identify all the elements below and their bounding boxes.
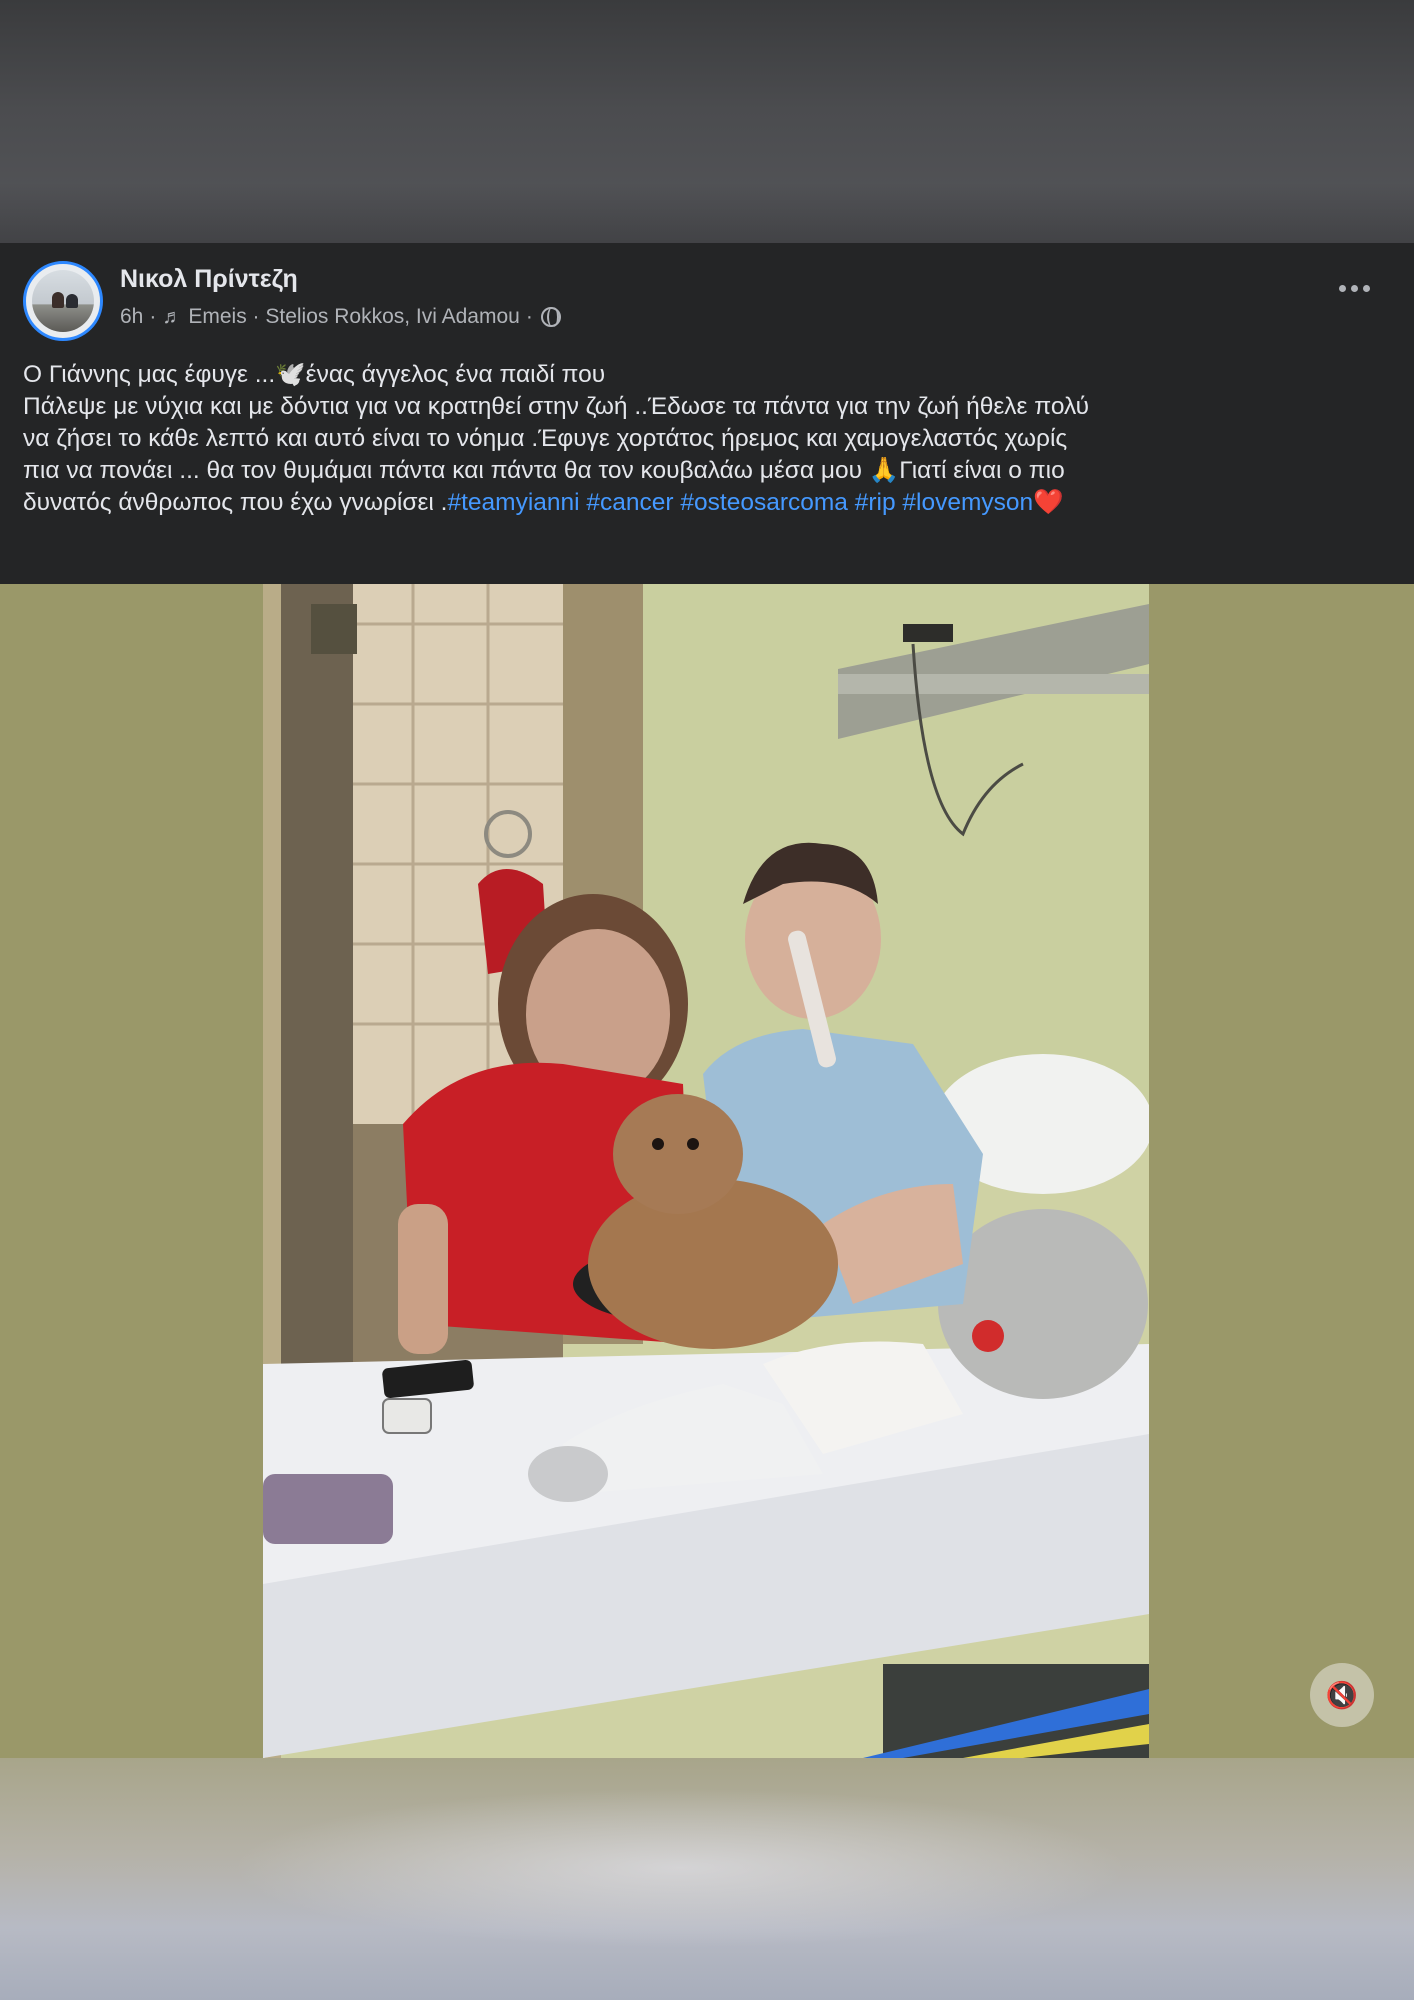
heart-emoji: ❤️	[1033, 489, 1064, 516]
post-time[interactable]: 6h	[120, 305, 143, 329]
post-text-line: να ζήσει το κάθε λεπτό και αυτό είναι το…	[23, 425, 1068, 452]
more-options-icon	[1338, 284, 1346, 292]
avatar-image	[32, 270, 94, 332]
blurred-background-bottom	[0, 1758, 1414, 2000]
more-options-icon	[1350, 284, 1358, 292]
music-note-icon: ♬	[162, 305, 183, 328]
blurred-background-top	[0, 0, 1414, 243]
globe-icon	[540, 307, 561, 327]
author-name[interactable]: Νικολ Πρίντεζη	[120, 265, 298, 294]
music-track[interactable]: Emeis · Stelios Rokkos, Ivi Adamou	[188, 305, 519, 329]
speaker-muted-icon: 🔇	[1325, 1679, 1359, 1710]
post-text-line: Ο Γιάννης μας έφυγε ...🕊️ένας άγγελος έν…	[23, 361, 606, 388]
more-options-icon	[1362, 284, 1370, 292]
hashtag-link[interactable]: #rip	[855, 489, 896, 516]
post-meta: 6h · ♬ Emeis · Stelios Rokkos, Ivi Adamo…	[120, 305, 561, 329]
hashtag-link[interactable]: #lovemyson	[902, 489, 1033, 516]
hashtag-link[interactable]: #teamyianni	[447, 489, 579, 516]
avatar[interactable]	[23, 261, 103, 341]
mute-button[interactable]: 🔇	[1310, 1663, 1374, 1727]
post-text: Ο Γιάννης μας έφυγε ...🕊️ένας άγγελος έν…	[23, 359, 1398, 519]
more-options-button[interactable]	[1332, 276, 1376, 300]
hashtag-link[interactable]: #osteosarcoma	[680, 489, 848, 516]
hospital-photo	[263, 584, 1149, 1758]
post-text-line-last: δυνατός άνθρωπος που έχω γνωρίσει .#team…	[23, 487, 1398, 519]
post-text-line: Πάλεψε με νύχια και με δόντια για να κρα…	[23, 393, 1090, 420]
hashtag-link[interactable]: #cancer	[586, 489, 673, 516]
facebook-post: Νικολ Πρίντεζη 6h · ♬ Emeis · Stelios Ro…	[0, 243, 1414, 584]
post-video[interactable]	[263, 584, 1149, 1758]
meta-separator: ·	[149, 305, 157, 328]
post-text-line: πια να πονάει ... θα τον θυμάμαι πάντα κ…	[23, 457, 1065, 484]
meta-separator: ·	[525, 305, 533, 328]
post-text-line: δυνατός άνθρωπος που έχω γνωρίσει .	[23, 489, 448, 516]
